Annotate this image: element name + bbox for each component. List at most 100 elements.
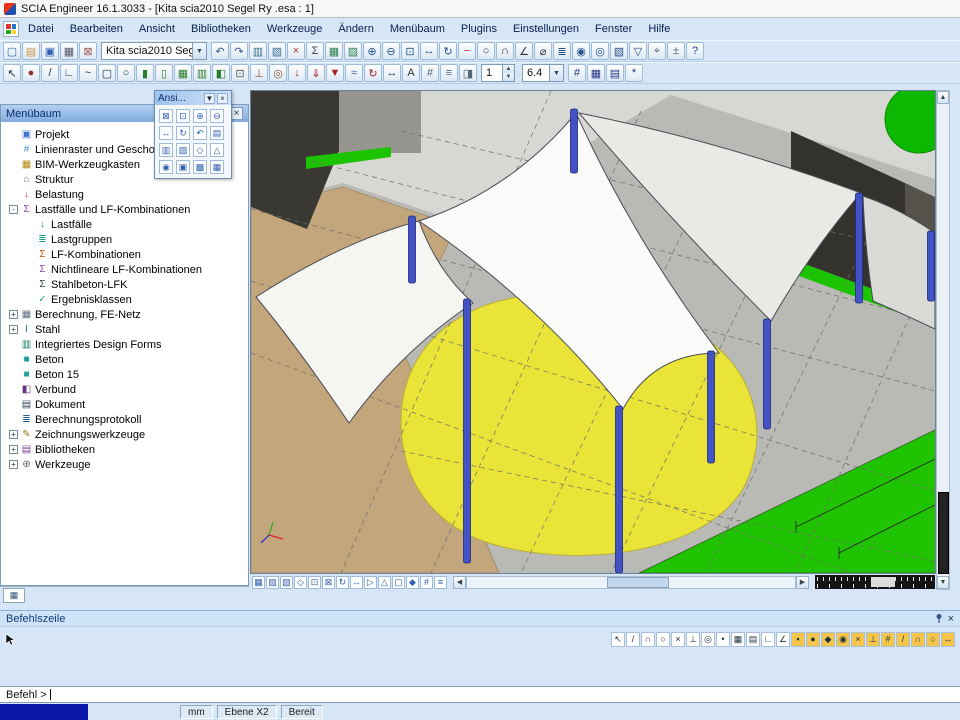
select-arrow-icon[interactable]: ↖ bbox=[611, 632, 625, 647]
scroll-up-icon[interactable]: ▲ bbox=[937, 91, 949, 104]
menu-einstellungen[interactable]: Einstellungen bbox=[506, 21, 586, 37]
snap-tangent-icon[interactable]: ◎ bbox=[701, 632, 715, 647]
grid-dots-icon[interactable]: ▦ bbox=[731, 632, 745, 647]
plate-icon[interactable]: ▦ bbox=[174, 64, 192, 82]
grid-toggle-icon[interactable]: # bbox=[420, 576, 433, 589]
snap-perpendicular-icon[interactable]: ⊥ bbox=[686, 632, 700, 647]
renumber-icon[interactable]: # bbox=[568, 64, 586, 82]
menu-aendern[interactable]: Ändern bbox=[331, 21, 380, 37]
point-load-icon[interactable]: ↓ bbox=[288, 64, 306, 82]
line-load-icon[interactable]: ⇓ bbox=[307, 64, 325, 82]
view-side-icon[interactable]: ▧ bbox=[176, 143, 190, 157]
horizontal-scroll-track[interactable] bbox=[466, 576, 796, 589]
view-palette-header[interactable]: Ansi... ▼ × bbox=[155, 91, 231, 105]
display-settings-icon[interactable]: ≡ bbox=[434, 576, 447, 589]
print-icon[interactable]: ▦ bbox=[60, 42, 78, 60]
snap-line-icon[interactable]: / bbox=[626, 632, 640, 647]
tree-item[interactable]: ■ Beton bbox=[1, 352, 248, 367]
command-panel-header[interactable]: Befehlszeile × bbox=[0, 610, 960, 627]
curve-icon[interactable]: ~ bbox=[79, 64, 97, 82]
opening-icon[interactable]: ⊡ bbox=[231, 64, 249, 82]
gallery-icon[interactable]: ▤ bbox=[606, 64, 624, 82]
snap-arc-icon[interactable]: ∩ bbox=[641, 632, 655, 647]
pin-icon[interactable] bbox=[934, 613, 944, 624]
tree-item[interactable]: ▥ Integriertes Design Forms bbox=[1, 337, 248, 352]
snap-mid-icon[interactable]: ◆ bbox=[821, 632, 835, 647]
scale-spinner[interactable]: 1 ▲▼ bbox=[481, 64, 515, 82]
moment-load-icon[interactable]: ↻ bbox=[364, 64, 382, 82]
render-icon[interactable]: ▩ bbox=[193, 160, 207, 174]
tree-item[interactable]: + ✎ Zeichnungswerkzeuge bbox=[1, 427, 248, 442]
snap-node-icon[interactable]: ● bbox=[806, 632, 820, 647]
snap-circle-icon[interactable]: ○ bbox=[656, 632, 670, 647]
zoom-all-icon[interactable]: ⊠ bbox=[159, 109, 173, 123]
surface-load-icon[interactable]: ▼ bbox=[326, 64, 344, 82]
snap-length-icon[interactable]: ↔ bbox=[941, 632, 955, 647]
mesh-icon[interactable]: ▦ bbox=[325, 42, 343, 60]
spinner-down-icon[interactable]: ▼ bbox=[503, 73, 514, 81]
red-line-icon[interactable]: − bbox=[458, 42, 476, 60]
view-palette[interactable]: Ansi... ▼ × ⊠⊡⊕⊖↔↻↶▤▥▧◇△◉▣▩▦ bbox=[154, 90, 232, 179]
expand-box-icon[interactable]: + bbox=[9, 460, 18, 469]
scroll-left-icon[interactable]: ◀ bbox=[453, 576, 466, 589]
previous-view-icon[interactable]: ↶ bbox=[193, 126, 207, 140]
chevron-down-icon[interactable]: ▼ bbox=[192, 43, 206, 59]
copy-icon[interactable]: ▥ bbox=[249, 42, 267, 60]
wall-icon[interactable]: ▥ bbox=[193, 64, 211, 82]
selection-icon[interactable]: ▧ bbox=[610, 42, 628, 60]
expand-box-icon[interactable]: + bbox=[9, 325, 18, 334]
snap-midpoint-icon[interactable]: • bbox=[716, 632, 730, 647]
dimension-icon[interactable]: ↔ bbox=[383, 64, 401, 82]
snap-grid-icon[interactable]: # bbox=[881, 632, 895, 647]
value-combo[interactable]: 6.4 ▼ bbox=[522, 64, 564, 82]
close-icon[interactable]: × bbox=[217, 93, 228, 104]
rectangle-icon[interactable]: ▢ bbox=[98, 64, 116, 82]
thermal-load-icon[interactable]: ≈ bbox=[345, 64, 363, 82]
select-icon[interactable]: ↖ bbox=[3, 64, 21, 82]
menu-ansicht[interactable]: Ansicht bbox=[132, 21, 182, 37]
settings-icon[interactable]: * bbox=[625, 64, 643, 82]
axonometric-icon[interactable]: ◇ bbox=[193, 143, 207, 157]
snap-center-icon[interactable]: ◉ bbox=[836, 632, 850, 647]
menu-bibliotheken[interactable]: Bibliotheken bbox=[184, 21, 258, 37]
tree-item[interactable]: Σ Nichtlineare LF-Kombinationen bbox=[1, 262, 248, 277]
clip-box-icon[interactable]: ▣ bbox=[176, 160, 190, 174]
support-icon[interactable]: ⊥ bbox=[250, 64, 268, 82]
pan-icon[interactable]: ↔ bbox=[420, 42, 438, 60]
tree-item[interactable]: + ⊕ Werkzeuge bbox=[1, 457, 248, 472]
expand-box-icon[interactable]: + bbox=[9, 310, 18, 319]
activity-icon[interactable]: ◎ bbox=[591, 42, 609, 60]
snap-edge-icon[interactable]: / bbox=[896, 632, 910, 647]
diameter-icon[interactable]: ⌀ bbox=[534, 42, 552, 60]
expand-box-icon[interactable]: + bbox=[9, 445, 18, 454]
vertical-scrollbar[interactable]: ▲ ▼ bbox=[936, 90, 950, 590]
horizontal-scroll-thumb[interactable] bbox=[607, 577, 669, 588]
help-icon[interactable]: ? bbox=[686, 42, 704, 60]
hinge-icon[interactable]: ◎ bbox=[269, 64, 287, 82]
new-project-icon[interactable]: ▢ bbox=[3, 42, 21, 60]
storey-icon[interactable]: ≡ bbox=[440, 64, 458, 82]
tree-item[interactable]: ≣ Lastgruppen bbox=[1, 232, 248, 247]
snap-intersection-icon[interactable]: × bbox=[671, 632, 685, 647]
zoom-in-icon[interactable]: ⊕ bbox=[193, 109, 207, 123]
snap-tangent2-icon[interactable]: ○ bbox=[926, 632, 940, 647]
view-y-icon[interactable]: △ bbox=[378, 576, 391, 589]
horizontal-scrollbar[interactable]: ◀ ▶ bbox=[453, 576, 809, 589]
zoom-in-icon[interactable]: ⊕ bbox=[363, 42, 381, 60]
results-icon[interactable]: ▨ bbox=[344, 42, 362, 60]
ortho-icon[interactable]: ∟ bbox=[761, 632, 775, 647]
menu-fenster[interactable]: Fenster bbox=[588, 21, 639, 37]
expand-box-icon[interactable]: - bbox=[9, 205, 18, 214]
zoom-all-icon[interactable]: ⊠ bbox=[322, 576, 335, 589]
tree-tab[interactable]: ▦ bbox=[3, 588, 25, 603]
layers-icon[interactable]: ≣ bbox=[553, 42, 571, 60]
tree-item[interactable]: + ▦ Berechnung, FE-Netz bbox=[1, 307, 248, 322]
snap-endpoint-icon[interactable]: ▪ bbox=[791, 632, 805, 647]
snap-ortho-icon[interactable]: ⊥ bbox=[866, 632, 880, 647]
paste-icon[interactable]: ▧ bbox=[268, 42, 286, 60]
chevron-down-icon[interactable]: ▼ bbox=[549, 65, 563, 81]
rotate-view-icon[interactable]: ↻ bbox=[439, 42, 457, 60]
polyline-icon[interactable]: ∟ bbox=[60, 64, 78, 82]
menubar-app-icon[interactable] bbox=[3, 21, 19, 37]
chevron-down-icon[interactable]: ▼ bbox=[204, 93, 215, 104]
